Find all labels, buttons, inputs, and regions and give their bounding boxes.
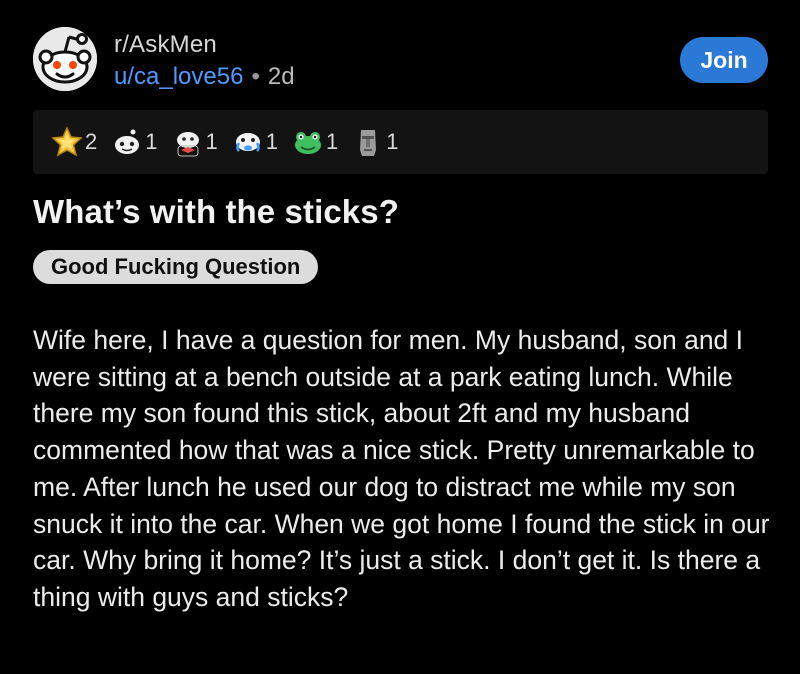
award-item-snoo-face[interactable]: 1	[111, 126, 158, 158]
award-count: 1	[265, 129, 278, 154]
subreddit-avatar[interactable]	[33, 27, 97, 91]
snoo-icon	[33, 27, 97, 91]
gold-star-award-icon	[51, 126, 83, 157]
subreddit-name[interactable]: r/AskMen	[114, 31, 217, 59]
award-count: 1	[205, 129, 218, 154]
awards-bar[interactable]: 2 1 1 1 1 1	[33, 110, 768, 174]
award-item-green-frog[interactable]: 1	[292, 126, 338, 158]
award-count: 1	[386, 129, 399, 154]
moai-award-icon	[360, 130, 377, 156]
post-meta: u/ca_love56 • 2d	[114, 63, 295, 91]
snoo-tears-award-icon	[235, 133, 260, 152]
award-item-snoo-bowtie[interactable]: 1	[172, 126, 218, 158]
post-body: Wife here, I have a question for men. My…	[33, 325, 770, 612]
award-item-snoo-tears[interactable]: 1	[232, 126, 278, 158]
snoo-face-award-icon	[115, 129, 140, 154]
join-button[interactable]: Join	[680, 37, 768, 83]
meta-separator: •	[251, 63, 260, 90]
award-item-moai[interactable]: 1	[352, 126, 399, 158]
green-frog-award-icon	[295, 132, 321, 154]
post-age: 2d	[267, 63, 295, 90]
snoo-bowtie-award-icon	[176, 132, 199, 157]
award-count: 2	[85, 129, 98, 154]
post-flair[interactable]: Good Fucking Question	[33, 250, 319, 284]
award-count: 1	[145, 129, 158, 154]
username-link[interactable]: u/ca_love56	[114, 63, 243, 90]
post-title[interactable]: What’s with the sticks?	[33, 193, 399, 231]
award-item-gold-star[interactable]: 2	[51, 126, 97, 158]
award-count: 1	[326, 129, 339, 154]
